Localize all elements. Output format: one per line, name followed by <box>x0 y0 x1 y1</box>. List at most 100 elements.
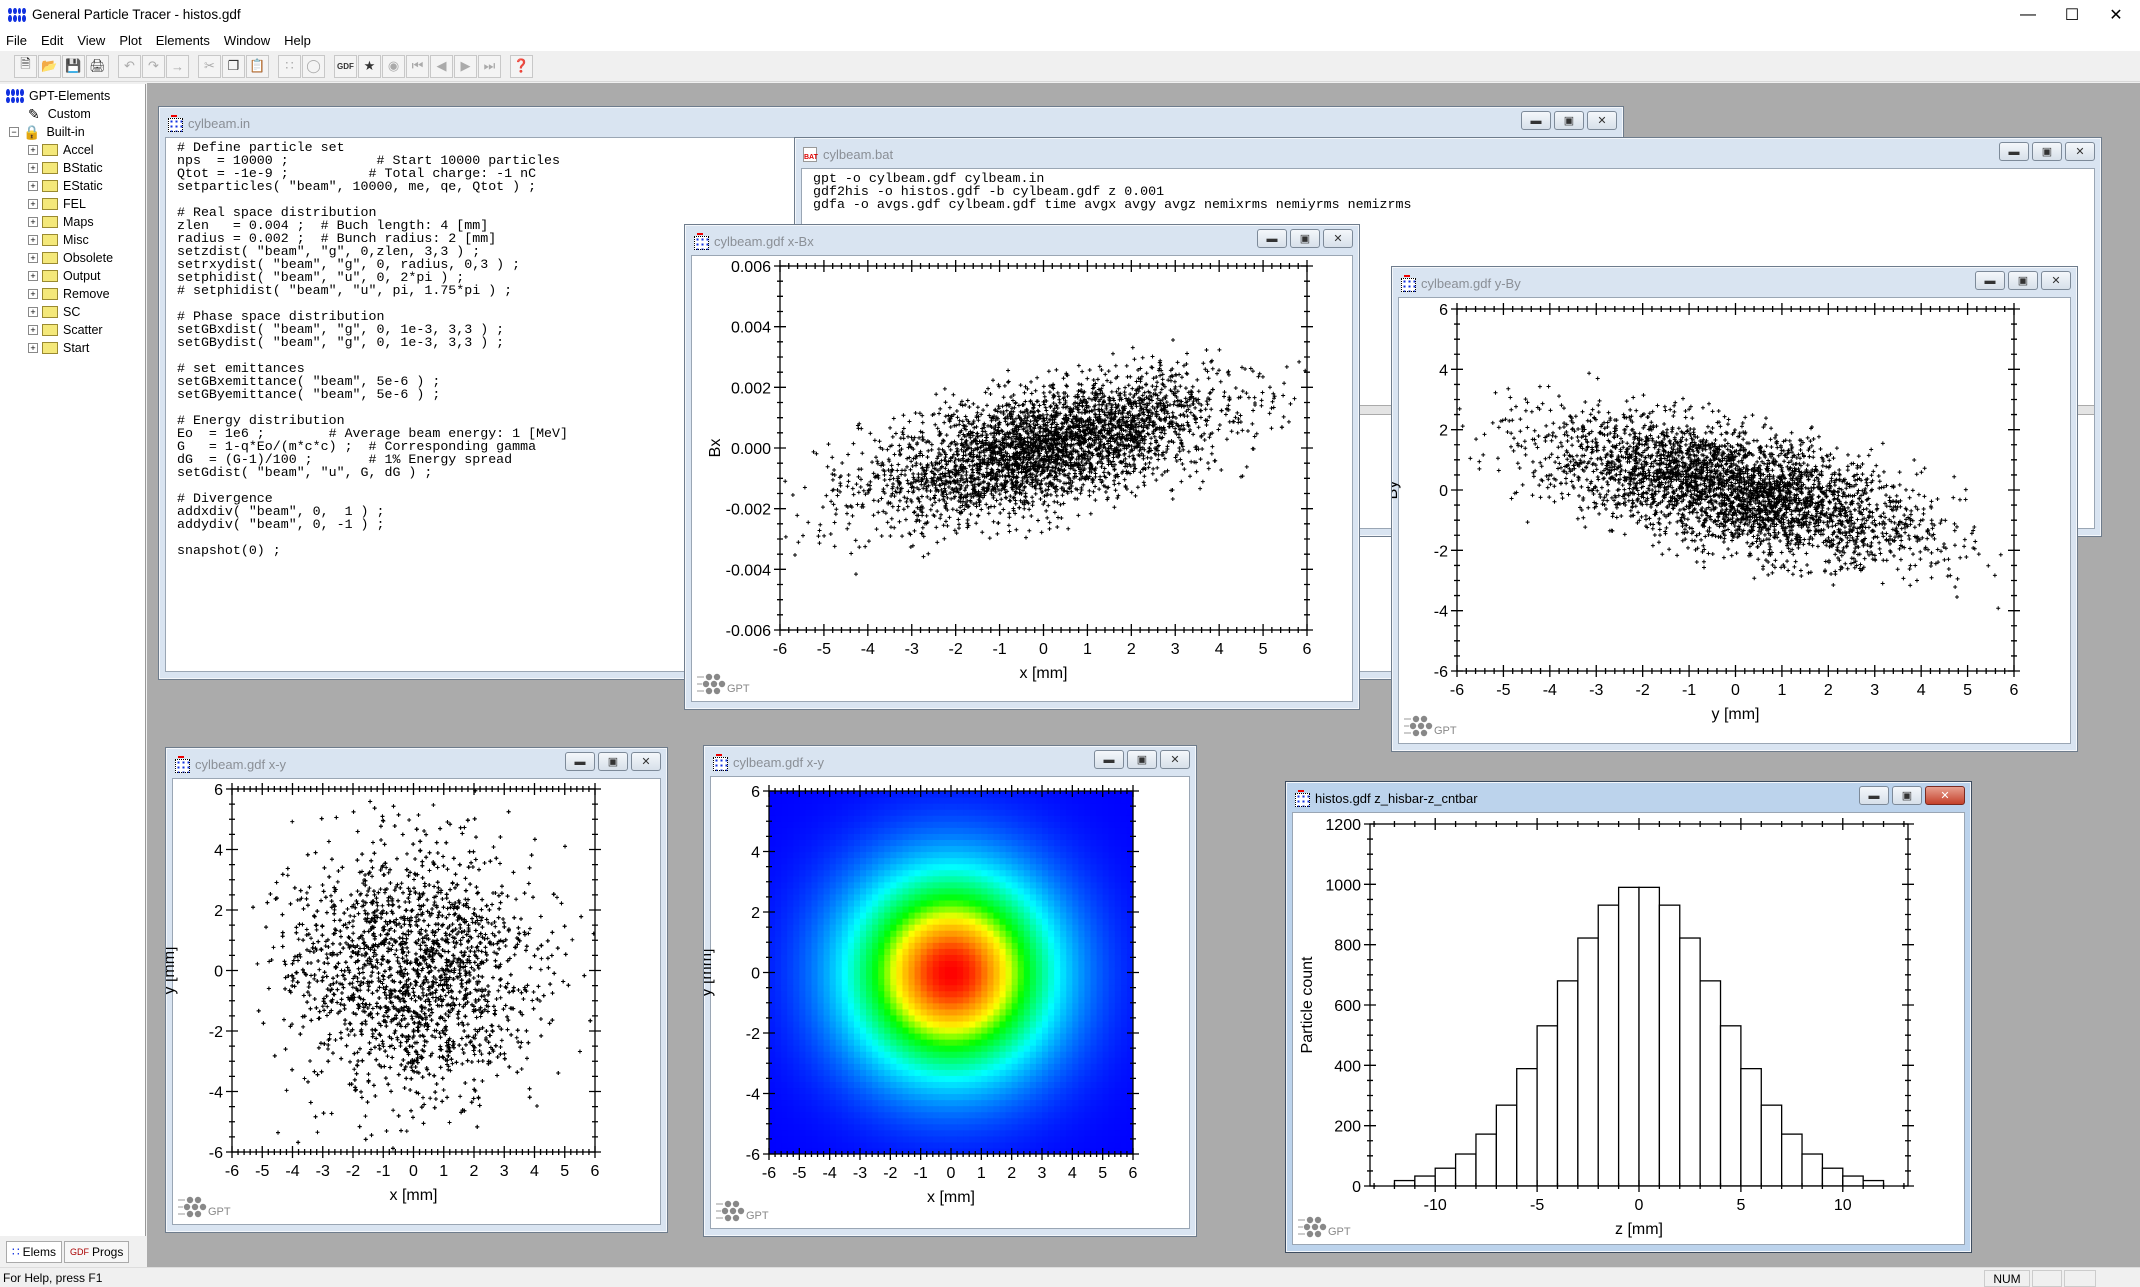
copy-button[interactable]: ❐ <box>222 54 245 78</box>
close-button[interactable]: ✕ <box>1587 111 1617 130</box>
scatter-point <box>1531 474 1536 479</box>
menu-elements[interactable]: Elements <box>156 33 210 48</box>
tab-progs[interactable]: GDF Progs <box>63 1240 130 1263</box>
expand-icon[interactable]: + <box>28 181 38 191</box>
close-button[interactable]: ✕ <box>2065 142 2095 161</box>
scatter-point <box>932 493 937 498</box>
tree-root[interactable]: GPT-Elements <box>6 87 110 105</box>
menu-plot[interactable]: Plot <box>119 33 141 48</box>
scatter-point <box>1725 422 1730 427</box>
paste-button[interactable]: 📋 <box>246 54 269 78</box>
expand-icon[interactable]: + <box>28 307 38 317</box>
scatter-point <box>1076 363 1081 368</box>
scatter-point <box>1751 438 1756 443</box>
tree-folder-maps[interactable]: + Maps <box>28 213 94 231</box>
tab-elems[interactable]: ∷ Elems <box>6 1240 62 1263</box>
expand-icon[interactable]: + <box>28 325 38 335</box>
context-help-button[interactable]: ❓ <box>510 54 533 78</box>
tree-item-builtin[interactable]: − 🔒 Built-in <box>9 123 85 141</box>
menu-window[interactable]: Window <box>224 33 270 48</box>
tree-folder-remove[interactable]: + Remove <box>28 285 110 303</box>
close-icon[interactable]: ✕ <box>2094 0 2138 29</box>
first-button[interactable]: ⏮ <box>406 54 429 78</box>
stop-button[interactable]: ◯ <box>302 54 325 78</box>
lock-icon: 🔒 <box>23 123 41 140</box>
scatter-point <box>911 471 916 476</box>
scatter-point <box>1002 383 1007 388</box>
restore-button[interactable]: ▣ <box>1554 111 1584 130</box>
tree-folder-sc[interactable]: + SC <box>28 303 80 321</box>
expand-icon[interactable]: + <box>28 343 38 353</box>
scatter-point <box>935 540 940 545</box>
renumber-button[interactable]: → <box>166 54 189 78</box>
collapse-icon[interactable]: − <box>9 127 19 137</box>
batch-editor[interactable]: gpt -o cylbeam.gdf cylbeam.in gdf2his -o … <box>802 169 2094 211</box>
expand-icon[interactable]: + <box>28 235 38 245</box>
minimize-button[interactable]: ▬ <box>1999 142 2029 161</box>
tree-folder-bstatic[interactable]: + BStatic <box>28 159 103 177</box>
scatter-point <box>947 405 952 410</box>
plot-window-xbx[interactable]: cylbeam.gdf x-Bx ▬ ▣ ✕ -6 -5 -4 -3 -2 -1 0 1 2 3 4 5 6 -0… <box>684 224 1360 710</box>
tree-folder-output[interactable]: + Output <box>28 267 101 285</box>
scatter-point <box>1636 492 1641 497</box>
scatter-point <box>937 411 942 416</box>
new-plot-button[interactable]: ★ <box>358 54 381 78</box>
scatter-point <box>982 453 987 458</box>
tree-folder-fel[interactable]: + FEL <box>28 195 86 213</box>
scatter-point <box>1110 351 1115 356</box>
scatter-point <box>885 520 890 525</box>
last-button[interactable]: ⏭ <box>478 54 501 78</box>
scatter-point <box>1103 372 1108 377</box>
tree-folder-obsolete[interactable]: + Obsolete <box>28 249 113 267</box>
scatter-point <box>987 536 992 541</box>
expand-icon[interactable]: + <box>28 145 38 155</box>
scatter-point <box>1008 494 1013 499</box>
gpt-logo-text: GPT <box>727 683 750 695</box>
scatter-point <box>1042 394 1047 399</box>
scatter-point <box>1884 558 1889 563</box>
next-button[interactable]: ▶ <box>454 54 477 78</box>
scatter-point <box>820 505 825 510</box>
tree-folder-scatter[interactable]: + Scatter <box>28 321 103 339</box>
maximize-icon[interactable]: ☐ <box>2050 0 2094 29</box>
scatter-point <box>1198 408 1203 413</box>
tree-folder-estatic[interactable]: + EStatic <box>28 177 103 195</box>
expand-icon[interactable]: + <box>28 289 38 299</box>
menu-view[interactable]: View <box>77 33 105 48</box>
new-button[interactable]: 🗎 <box>14 54 37 78</box>
menu-edit[interactable]: Edit <box>41 33 63 48</box>
minimize-icon[interactable]: — <box>2006 0 2050 29</box>
run-button[interactable]: ∷ <box>278 54 301 78</box>
minimize-button[interactable]: ▬ <box>1521 111 1551 130</box>
tree-folder-misc[interactable]: + Misc <box>28 231 89 249</box>
scatter-point <box>866 539 871 544</box>
expand-icon[interactable]: + <box>28 217 38 227</box>
scatter-point <box>1797 512 1802 517</box>
expand-icon[interactable]: + <box>28 199 38 209</box>
previous-button[interactable]: ◀ <box>430 54 453 78</box>
restore-button[interactable]: ▣ <box>2032 142 2062 161</box>
plot-window-yby[interactable]: cylbeam.gdf y-By ▬ ▣ ✕ -6 -5 -4 -3 -2 -1 0 1 2 3 4 5 6 -6… <box>1391 266 2078 752</box>
tree-item-custom[interactable]: ✎ Custom <box>28 105 91 123</box>
scatter-point <box>838 489 843 494</box>
undo-button[interactable]: ↶ <box>118 54 141 78</box>
menu-help[interactable]: Help <box>284 33 311 48</box>
save-button[interactable]: 💾 <box>62 54 85 78</box>
tree-folder-start[interactable]: + Start <box>28 339 89 357</box>
expand-icon[interactable]: + <box>28 253 38 263</box>
scatter-point <box>1845 513 1850 518</box>
scatter-point <box>901 426 906 431</box>
cut-button[interactable]: ✂ <box>198 54 221 78</box>
redo-button[interactable]: ↷ <box>142 54 165 78</box>
scatter-point <box>1880 441 1885 446</box>
scatter-point <box>928 488 933 493</box>
record-button[interactable]: ◉ <box>382 54 405 78</box>
expand-icon[interactable]: + <box>28 271 38 281</box>
open-button[interactable]: 📂 <box>38 54 61 78</box>
print-button[interactable]: 🖨 <box>86 54 109 78</box>
expand-icon[interactable]: + <box>28 163 38 173</box>
gdf-plot-button[interactable]: GDF <box>334 54 357 78</box>
tree-folder-accel[interactable]: + Accel <box>28 141 94 159</box>
scatter-point <box>892 525 897 530</box>
menu-file[interactable]: File <box>6 33 27 48</box>
